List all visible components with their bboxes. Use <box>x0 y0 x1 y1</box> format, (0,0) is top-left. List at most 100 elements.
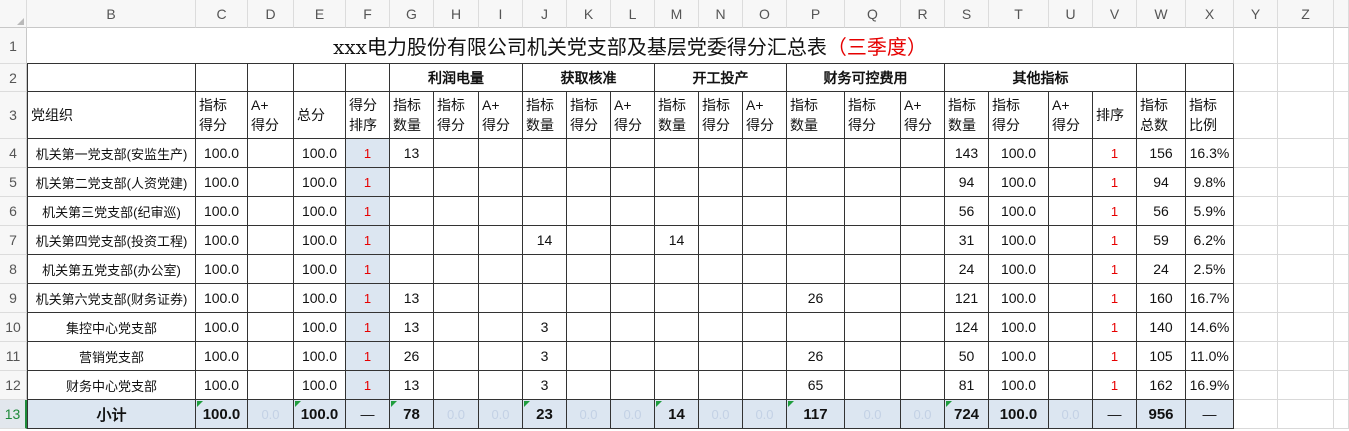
cell-z8[interactable] <box>1278 255 1334 284</box>
cell-k10[interactable] <box>567 313 611 342</box>
cell-p7[interactable] <box>787 226 845 255</box>
row-header-12[interactable]: 12 <box>0 371 27 400</box>
cell-b5[interactable]: 机关第二党支部(人资党建) <box>27 168 196 197</box>
cell-partial-10[interactable] <box>1334 313 1349 342</box>
cell-o12[interactable] <box>743 371 787 400</box>
cell-g10[interactable]: 13 <box>390 313 434 342</box>
cell-v4[interactable]: 1 <box>1093 139 1137 168</box>
total-cell-c[interactable]: 100.0 <box>196 400 248 429</box>
cell-l6[interactable] <box>611 197 655 226</box>
total-cell-d[interactable]: 0.0 <box>248 400 294 429</box>
cell-w4[interactable]: 156 <box>1137 139 1186 168</box>
cell-s9[interactable]: 121 <box>945 284 989 313</box>
total-cell-x[interactable]: — <box>1186 400 1234 429</box>
cell-d10[interactable] <box>248 313 294 342</box>
cell-s12[interactable]: 81 <box>945 371 989 400</box>
cell-z12[interactable] <box>1278 371 1334 400</box>
column-title-cell-i[interactable]: A+ 得分 <box>479 92 523 139</box>
cell-t6[interactable]: 100.0 <box>989 197 1049 226</box>
cell-b6[interactable]: 机关第三党支部(纪审巡) <box>27 197 196 226</box>
cell-c2[interactable] <box>196 64 248 92</box>
cell-n12[interactable] <box>699 371 743 400</box>
cell-s4[interactable]: 143 <box>945 139 989 168</box>
cell-o6[interactable] <box>743 197 787 226</box>
column-header-o[interactable]: O <box>743 0 787 28</box>
cell-z3[interactable] <box>1278 92 1334 139</box>
cell-d12[interactable] <box>248 371 294 400</box>
cell-f10[interactable]: 1 <box>346 313 390 342</box>
group-header-cell[interactable]: 获取核准 <box>523 64 655 92</box>
cell-e10[interactable]: 100.0 <box>294 313 346 342</box>
cell-u10[interactable] <box>1049 313 1093 342</box>
group-header-cell[interactable]: 其他指标 <box>945 64 1137 92</box>
cell-u9[interactable] <box>1049 284 1093 313</box>
cell-partial-9[interactable] <box>1334 284 1349 313</box>
cell-i5[interactable] <box>479 168 523 197</box>
cell-f7[interactable]: 1 <box>346 226 390 255</box>
cell-i6[interactable] <box>479 197 523 226</box>
column-title-cell-r[interactable]: A+ 得分 <box>901 92 945 139</box>
cell-o4[interactable] <box>743 139 787 168</box>
group-header-cell[interactable]: 利润电量 <box>390 64 523 92</box>
cell-f6[interactable]: 1 <box>346 197 390 226</box>
cell-p12[interactable]: 65 <box>787 371 845 400</box>
cell-w5[interactable]: 94 <box>1137 168 1186 197</box>
cell-n11[interactable] <box>699 342 743 371</box>
cell-b8[interactable]: 机关第五党支部(办公室) <box>27 255 196 284</box>
cell-r11[interactable] <box>901 342 945 371</box>
cell-r7[interactable] <box>901 226 945 255</box>
total-cell-k[interactable]: 0.0 <box>567 400 611 429</box>
cell-c10[interactable]: 100.0 <box>196 313 248 342</box>
cell-j10[interactable]: 3 <box>523 313 567 342</box>
row-header-9[interactable]: 9 <box>0 284 27 313</box>
cell-q12[interactable] <box>845 371 901 400</box>
cell-r10[interactable] <box>901 313 945 342</box>
total-cell-r[interactable]: 0.0 <box>901 400 945 429</box>
column-title-cell-m[interactable]: 指标 数量 <box>655 92 699 139</box>
cell-n5[interactable] <box>699 168 743 197</box>
cell-e2[interactable] <box>294 64 346 92</box>
cell-z11[interactable] <box>1278 342 1334 371</box>
cell-m12[interactable] <box>655 371 699 400</box>
cell-partial-1[interactable] <box>1334 28 1349 64</box>
cell-z4[interactable] <box>1278 139 1334 168</box>
cell-x4[interactable]: 16.3% <box>1186 139 1234 168</box>
cell-h12[interactable] <box>434 371 479 400</box>
cell-h6[interactable] <box>434 197 479 226</box>
column-header-l[interactable]: L <box>611 0 655 28</box>
cell-x2[interactable] <box>1186 64 1234 92</box>
cell-p4[interactable] <box>787 139 845 168</box>
cell-u6[interactable] <box>1049 197 1093 226</box>
cell-u4[interactable] <box>1049 139 1093 168</box>
total-cell-w[interactable]: 956 <box>1137 400 1186 429</box>
cell-c5[interactable]: 100.0 <box>196 168 248 197</box>
cell-h10[interactable] <box>434 313 479 342</box>
cell-w12[interactable]: 162 <box>1137 371 1186 400</box>
column-title-cell-n[interactable]: 指标 得分 <box>699 92 743 139</box>
cell-u8[interactable] <box>1049 255 1093 284</box>
cell-partial-7[interactable] <box>1334 226 1349 255</box>
column-header-f[interactable]: F <box>346 0 390 28</box>
cell-j6[interactable] <box>523 197 567 226</box>
cell-partial-3[interactable] <box>1334 92 1349 139</box>
cell-y3[interactable] <box>1234 92 1278 139</box>
total-cell-p[interactable]: 117 <box>787 400 845 429</box>
total-cell-n[interactable]: 0.0 <box>699 400 743 429</box>
cell-t12[interactable]: 100.0 <box>989 371 1049 400</box>
cell-k7[interactable] <box>567 226 611 255</box>
row-header-6[interactable]: 6 <box>0 197 27 226</box>
cell-partial-2[interactable] <box>1334 64 1349 92</box>
cell-b11[interactable]: 营销党支部 <box>27 342 196 371</box>
column-title-cell-p[interactable]: 指标 数量 <box>787 92 845 139</box>
cell-z1[interactable] <box>1278 28 1334 64</box>
cell-z10[interactable] <box>1278 313 1334 342</box>
cell-i8[interactable] <box>479 255 523 284</box>
column-header-j[interactable]: J <box>523 0 567 28</box>
cell-o10[interactable] <box>743 313 787 342</box>
cell-partial-13[interactable] <box>1334 400 1349 429</box>
cell-t9[interactable]: 100.0 <box>989 284 1049 313</box>
row-header-4[interactable]: 4 <box>0 139 27 168</box>
cell-z7[interactable] <box>1278 226 1334 255</box>
group-header-cell[interactable]: 财务可控费用 <box>787 64 945 92</box>
cell-i10[interactable] <box>479 313 523 342</box>
